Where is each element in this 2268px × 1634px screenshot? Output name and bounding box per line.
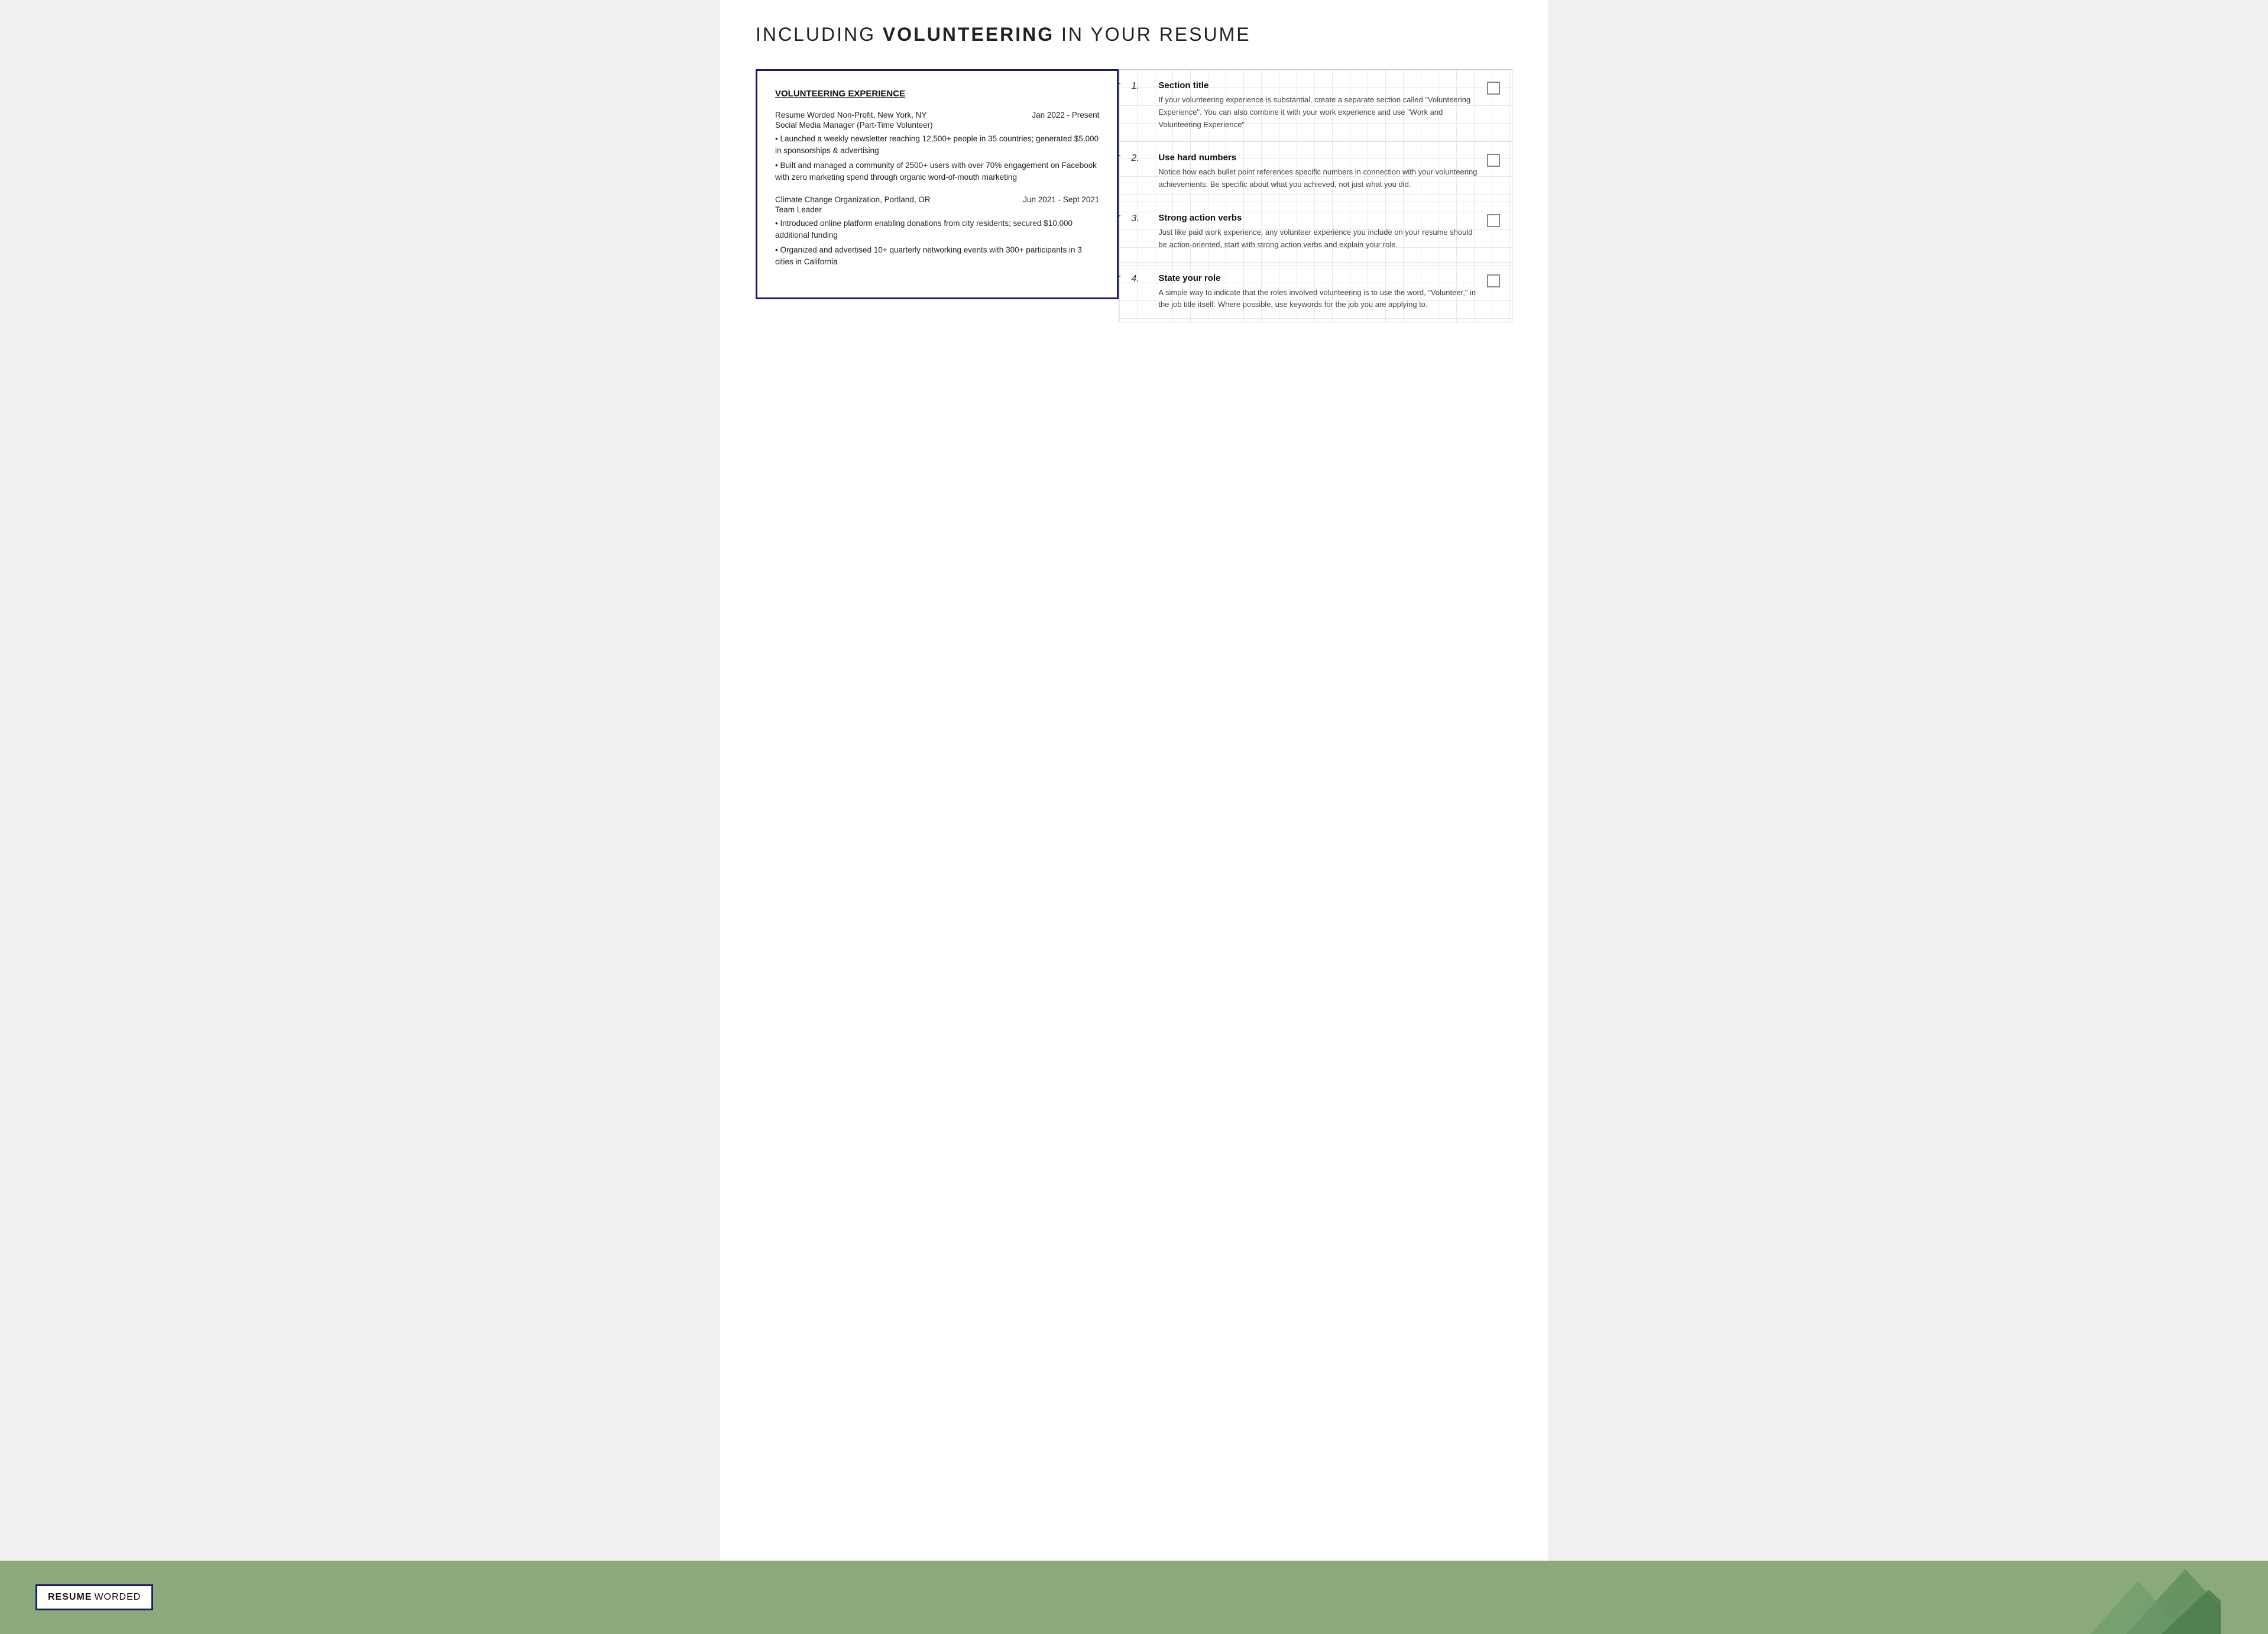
resume-bullet-2-2: • Organized and advertised 10+ quarterly… xyxy=(775,244,1099,268)
resume-org-1: Resume Worded Non-Profit, New York, NY xyxy=(775,111,926,119)
resume-entry-1: Resume Worded Non-Profit, New York, NY J… xyxy=(775,111,1099,183)
logo-worded-text: WORDED xyxy=(94,1592,141,1603)
page-title: INCLUDING VOLUNTEERING IN YOUR RESUME xyxy=(756,24,1512,46)
resume-role-1: Social Media Manager (Part-Time Voluntee… xyxy=(775,121,1099,130)
tip-title-4: State your role xyxy=(1158,273,1479,283)
tip-description-2: Notice how each bullet point references … xyxy=(1158,166,1479,191)
resume-role-2: Team Leader xyxy=(775,205,1099,214)
resume-org-line-1: Resume Worded Non-Profit, New York, NY J… xyxy=(775,111,1099,119)
tip-content-2: Use hard numbers Notice how each bullet … xyxy=(1158,153,1479,191)
resume-section-title: VOLUNTEERING EXPERIENCE xyxy=(775,89,1099,99)
tip-checkbox-1[interactable] xyxy=(1487,82,1500,95)
logo-resume-text: RESUME xyxy=(48,1592,92,1603)
tip-content-4: State your role A simple way to indicate… xyxy=(1158,273,1479,312)
mountain-decoration xyxy=(2091,1561,2221,1634)
tip-item-2: 2. Use hard numbers Notice how each bull… xyxy=(1119,142,1512,202)
title-prefix: INCLUDING xyxy=(756,24,883,45)
resume-dates-2: Jun 2021 - Sept 2021 xyxy=(1023,195,1099,204)
content-area: VOLUNTEERING EXPERIENCE Resume Worded No… xyxy=(756,69,1512,322)
tip-content-3: Strong action verbs Just like paid work … xyxy=(1158,213,1479,251)
tip-title-1: Section title xyxy=(1158,80,1479,90)
resume-bullet-1-1: • Launched a weekly newsletter reaching … xyxy=(775,133,1099,157)
tip-content-1: Section title If your volunteering exper… xyxy=(1158,80,1479,131)
tip-number-3: 3. xyxy=(1131,213,1150,224)
tip-checkbox-3[interactable] xyxy=(1487,214,1500,227)
tip-description-3: Just like paid work experience, any volu… xyxy=(1158,227,1479,251)
resume-bullet-1-2: • Built and managed a community of 2500+… xyxy=(775,160,1099,184)
resume-org-2: Climate Change Organization, Portland, O… xyxy=(775,195,931,204)
title-bold: VOLUNTEERING xyxy=(883,24,1054,45)
tip-number-2: 2. xyxy=(1131,153,1150,164)
resume-bullet-2-1: • Introduced online platform enabling do… xyxy=(775,218,1099,242)
tip-description-1: If your volunteering experience is subst… xyxy=(1158,94,1479,131)
resume-entry-header: VOLUNTEERING EXPERIENCE xyxy=(775,89,1099,99)
tip-number-1: 1. xyxy=(1131,80,1150,92)
tip-item-4: 4. State your role A simple way to indic… xyxy=(1119,263,1512,322)
tip-number-4: 4. xyxy=(1131,273,1150,284)
resume-dates-1: Jan 2022 - Present xyxy=(1032,111,1099,119)
tip-item-3: 3. Strong action verbs Just like paid wo… xyxy=(1119,202,1512,263)
logo-box: RESUME WORDED xyxy=(35,1584,153,1610)
title-suffix: IN YOUR RESUME xyxy=(1054,24,1250,45)
tips-panel: 1. Section title If your volunteering ex… xyxy=(1119,69,1512,322)
bottom-decoration: RESUME WORDED xyxy=(0,1561,2268,1634)
tip-checkbox-2[interactable] xyxy=(1487,154,1500,167)
resume-org-line-2: Climate Change Organization, Portland, O… xyxy=(775,195,1099,204)
tip-checkbox-4[interactable] xyxy=(1487,274,1500,287)
resume-panel: VOLUNTEERING EXPERIENCE Resume Worded No… xyxy=(756,69,1119,299)
main-container: INCLUDING VOLUNTEERING IN YOUR RESUME VO… xyxy=(720,0,1548,1561)
tip-title-3: Strong action verbs xyxy=(1158,213,1479,223)
tip-description-4: A simple way to indicate that the roles … xyxy=(1158,287,1479,312)
resume-entry-2: Climate Change Organization, Portland, O… xyxy=(775,195,1099,268)
tip-item-1: 1. Section title If your volunteering ex… xyxy=(1119,70,1512,142)
tip-title-2: Use hard numbers xyxy=(1158,153,1479,163)
